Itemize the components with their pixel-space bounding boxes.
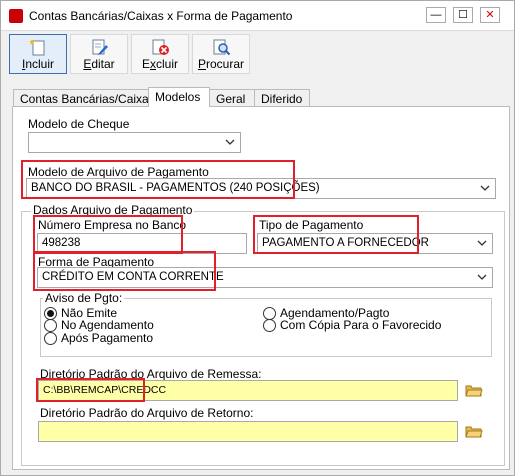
search-icon <box>213 39 231 56</box>
main-window: Contas Bancárias/Caixas x Forma de Pagam… <box>0 0 515 476</box>
chevron-down-icon <box>225 139 235 145</box>
app-icon <box>9 9 23 23</box>
tab-contas-bancarias[interactable]: Contas Bancárias/Caixas <box>13 89 155 107</box>
modelo-arquivo-select[interactable]: BANCO DO BRASIL - PAGAMENTOS (240 POSIÇÕ… <box>26 178 496 199</box>
tipo-pagamento-select[interactable]: PAGAMENTO A FORNECEDOR <box>257 233 493 254</box>
tab-modelos[interactable]: Modelos <box>148 87 210 107</box>
dir-retorno-input[interactable] <box>38 421 458 442</box>
radio-dot <box>263 318 276 332</box>
minimize-button[interactable]: — <box>426 7 446 23</box>
radio-dot <box>44 331 57 345</box>
dir-remessa-label: Diretório Padrão do Arquivo de Remessa: <box>40 367 262 381</box>
chevron-down-icon <box>480 185 490 191</box>
numero-empresa-input[interactable]: 498238 <box>37 233 247 254</box>
folder-open-icon[interactable] <box>465 424 483 438</box>
new-document-icon <box>29 39 45 56</box>
forma-pagamento-select[interactable]: CRÉDITO EM CONTA CORRENTE <box>37 267 493 288</box>
folder-open-icon[interactable] <box>465 383 483 397</box>
radio-apos-pagamento[interactable]: Após Pagamento <box>44 331 153 345</box>
edit-icon <box>92 39 108 55</box>
tab-panel-modelos: Modelo de Cheque Modelo de Arquivo de Pa… <box>12 106 510 470</box>
delete-icon <box>152 39 169 55</box>
chevron-down-icon <box>477 274 487 280</box>
radio-dot <box>44 318 57 332</box>
modelo-cheque-label: Modelo de Cheque <box>28 117 130 131</box>
tipo-pagamento-label: Tipo de Pagamento <box>259 218 364 232</box>
close-button[interactable]: ✕ <box>480 7 500 23</box>
radio-com-copia-favorecido[interactable]: Com Cópia Para o Favorecido <box>263 318 441 332</box>
window-title: Contas Bancárias/Caixas x Forma de Pagam… <box>29 9 293 23</box>
numero-empresa-label: Número Empresa no Banco <box>38 218 187 232</box>
dir-retorno-label: Diretório Padrão do Arquivo de Retorno: <box>40 406 254 420</box>
maximize-button[interactable]: ☐ <box>453 7 473 23</box>
title-bar: Contas Bancárias/Caixas x Forma de Pagam… <box>1 1 514 31</box>
chevron-down-icon <box>477 240 487 246</box>
excluir-button[interactable]: Excluir <box>131 34 189 74</box>
tab-diferido[interactable]: Diferido <box>254 89 310 107</box>
incluir-button[interactable]: Incluir <box>9 34 67 74</box>
toolbar: Incluir Editar Excluir Procurar <box>1 32 514 76</box>
aviso-pgto-legend: Aviso de Pgto: <box>43 291 125 305</box>
modelo-arquivo-label: Modelo de Arquivo de Pagamento <box>28 165 209 179</box>
tab-geral[interactable]: Geral <box>209 89 255 107</box>
editar-button[interactable]: Editar <box>70 34 128 74</box>
dir-remessa-input[interactable]: C:\BB\REMCAP\CREDCC <box>38 380 458 401</box>
dados-arquivo-legend: Dados Arquivo de Pagamento <box>31 203 195 217</box>
modelo-cheque-select[interactable] <box>28 132 241 153</box>
radio-no-agendamento[interactable]: No Agendamento <box>44 318 154 332</box>
procurar-button[interactable]: Procurar <box>192 34 250 74</box>
